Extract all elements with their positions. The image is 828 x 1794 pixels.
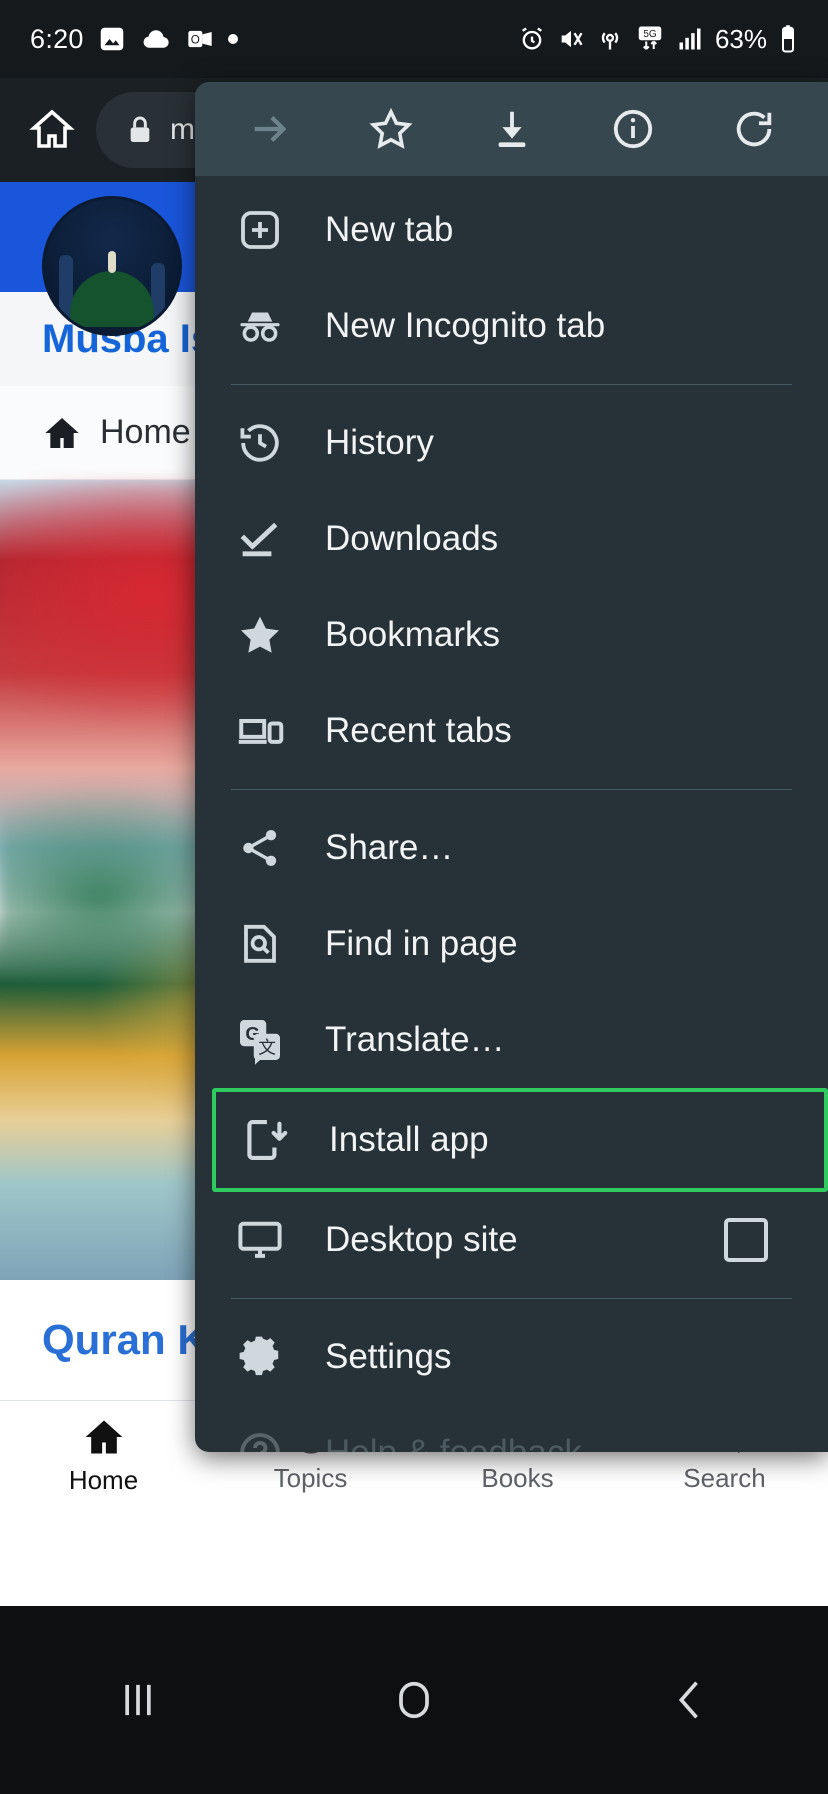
android-navigation-bar: [0, 1606, 828, 1794]
menu-divider: [231, 789, 792, 790]
reload-icon[interactable]: [717, 92, 791, 166]
menu-item-label: Bookmarks: [325, 615, 501, 654]
recent-apps-icon[interactable]: [78, 1640, 198, 1760]
menu-item-label: Downloads: [325, 519, 499, 558]
menu-item-label: Translate…: [325, 1020, 505, 1059]
menu-item-label: New Incognito tab: [325, 306, 606, 345]
home-icon[interactable]: [20, 98, 84, 162]
hotspot-icon: [596, 25, 624, 53]
settings-gear-icon: [231, 1328, 289, 1386]
5g-icon: 5G: [635, 24, 665, 54]
menu-item-label: Find in page: [325, 924, 518, 963]
download-icon[interactable]: [475, 92, 549, 166]
menu-divider: [231, 1298, 792, 1299]
menu-item-help-and-feedback[interactable]: Help & feedback: [195, 1405, 828, 1452]
svg-text:文: 文: [258, 1038, 276, 1058]
bookmarks-star-icon: [231, 606, 289, 664]
cloud-icon: [140, 24, 172, 54]
menu-item-share[interactable]: Share…: [195, 800, 828, 896]
forward-icon[interactable]: [233, 92, 307, 166]
menu-item-label: Install app: [329, 1120, 489, 1159]
home-circle-icon[interactable]: [354, 1640, 474, 1760]
menu-item-new-incognito-tab[interactable]: New Incognito tab: [195, 278, 828, 374]
menu-item-label: Share…: [325, 828, 454, 867]
menu-divider: [231, 384, 792, 385]
install-app-icon: [235, 1111, 293, 1169]
find-in-page-icon: [231, 915, 289, 973]
desktop-site-checkbox[interactable]: [724, 1218, 768, 1262]
menu-item-label: Settings: [325, 1337, 452, 1376]
menu-item-find-in-page[interactable]: Find in page: [195, 896, 828, 992]
status-bar: 6:20 O 5G 63%: [0, 0, 828, 78]
downloads-icon: [231, 510, 289, 568]
lock-icon: [124, 114, 156, 146]
tab-books-label: Books: [481, 1463, 554, 1493]
menu-item-downloads[interactable]: Downloads: [195, 491, 828, 587]
incognito-icon: [231, 297, 289, 355]
desktop-site-icon: [231, 1211, 289, 1269]
menu-item-label: Help & feedback: [325, 1433, 582, 1452]
battery-percent-label: 63%: [714, 23, 767, 54]
share-icon: [231, 819, 289, 877]
menu-item-settings[interactable]: Settings: [195, 1309, 828, 1405]
history-icon: [231, 414, 289, 472]
menu-item-label: New tab: [325, 210, 454, 249]
menu-item-bookmarks[interactable]: Bookmarks: [195, 587, 828, 683]
menu-item-recent-tabs[interactable]: Recent tabs: [195, 683, 828, 779]
tab-topics-label: Topics: [273, 1463, 348, 1493]
alarm-icon: [518, 25, 546, 53]
battery-icon: [778, 24, 798, 54]
photo-icon: [97, 24, 127, 54]
menu-item-install-app[interactable]: Install app: [212, 1088, 828, 1192]
new-tab-icon: [231, 201, 289, 259]
chrome-overflow-menu: New tab New Incognito tab History Downlo…: [195, 82, 828, 1452]
menu-item-translate[interactable]: G文 Translate…: [195, 992, 828, 1088]
recent-tabs-icon: [231, 702, 289, 760]
translate-icon: G文: [231, 1011, 289, 1069]
home-filled-icon: [42, 413, 82, 453]
page-info-icon[interactable]: [596, 92, 670, 166]
menu-item-label: Recent tabs: [325, 711, 512, 750]
star-icon[interactable]: [354, 92, 428, 166]
tab-home-label: Home: [68, 1465, 139, 1495]
site-nav-home-label: Home: [100, 413, 191, 451]
status-bar-clock: 6:20: [30, 23, 84, 54]
menu-item-history[interactable]: History: [195, 395, 828, 491]
menu-top-actions: [195, 82, 828, 176]
menu-item-desktop-site[interactable]: Desktop site: [195, 1192, 828, 1288]
tab-search-label: Search: [683, 1463, 766, 1493]
menu-item-label: History: [325, 423, 434, 462]
menu-items-list: New tab New Incognito tab History Downlo…: [195, 176, 828, 1452]
help-icon: [231, 1424, 289, 1452]
dot-icon: [227, 34, 238, 44]
home-filled-icon: [82, 1415, 126, 1459]
signal-bars-icon: [676, 25, 704, 53]
url-text: m: [170, 113, 195, 146]
svg-text:5G: 5G: [643, 29, 657, 40]
svg-text:O: O: [191, 34, 200, 47]
site-logo: [42, 196, 182, 336]
mute-vibrate-icon: [557, 25, 585, 53]
back-chevron-icon[interactable]: [630, 1640, 750, 1760]
menu-item-new-tab[interactable]: New tab: [195, 182, 828, 278]
menu-item-label: Desktop site: [325, 1220, 518, 1259]
tab-home[interactable]: Home: [0, 1415, 207, 1496]
outlook-icon: O: [185, 25, 215, 53]
